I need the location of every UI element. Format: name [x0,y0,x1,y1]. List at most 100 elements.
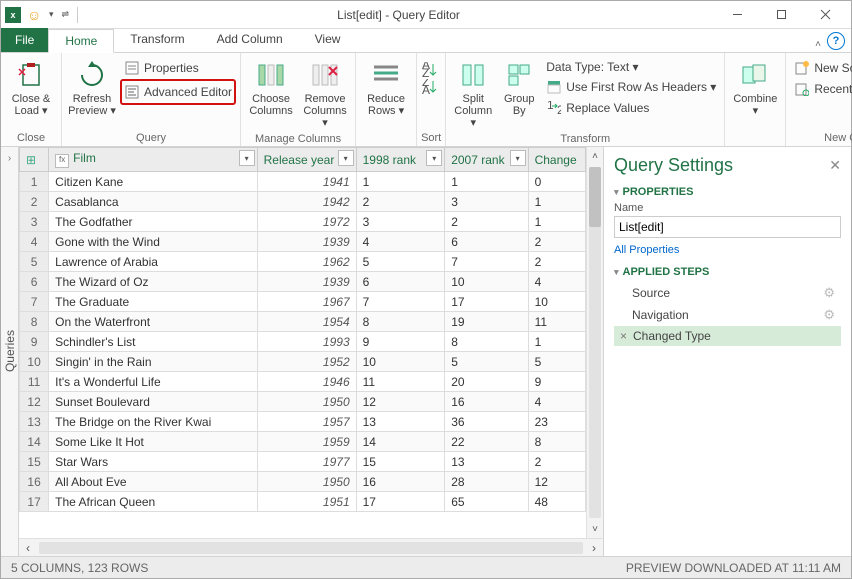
cell-film[interactable]: The Wizard of Oz [49,272,257,292]
column-header-1998-rank[interactable]: 1998 rank▾ [356,148,445,172]
cell-2007[interactable]: 65 [445,492,528,512]
cell-film[interactable]: Sunset Boulevard [49,392,257,412]
cell-film[interactable]: All About Eve [49,472,257,492]
filter-dropdown-icon[interactable]: ▾ [338,150,354,166]
cell-2007[interactable]: 10 [445,272,528,292]
row-index[interactable]: 5 [20,252,49,272]
row-index[interactable]: 11 [20,372,49,392]
tab-add-column[interactable]: Add Column [201,28,299,52]
cell-film[interactable]: The Godfather [49,212,257,232]
scroll-up-icon[interactable]: ˄ [587,147,603,165]
table-row[interactable]: 17 The African Queen 1951 17 65 48 [20,492,586,512]
column-header-change[interactable]: Change [528,148,585,172]
applied-step[interactable]: Changed Type [614,326,841,346]
cell-change[interactable]: 0 [528,172,585,192]
tab-home[interactable]: Home [48,29,114,53]
cell-year[interactable]: 1993 [257,332,356,352]
minimize-button[interactable] [715,3,759,27]
row-index[interactable]: 6 [20,272,49,292]
query-name-input[interactable] [614,216,841,238]
cell-year[interactable]: 1962 [257,252,356,272]
horizontal-scrollbar[interactable]: ‹ › [19,538,603,556]
table-row[interactable]: 2 Casablanca 1942 2 3 1 [20,192,586,212]
cell-1998[interactable]: 11 [356,372,445,392]
data-type-button[interactable]: Data Type: Text ▾ [542,58,720,76]
cell-1998[interactable]: 9 [356,332,445,352]
gear-icon[interactable]: ⚙ [823,285,835,301]
filter-dropdown-icon[interactable]: ▾ [239,150,255,166]
row-index[interactable]: 16 [20,472,49,492]
applied-steps-header[interactable]: APPLIED STEPS [614,266,841,278]
cell-1998[interactable]: 13 [356,412,445,432]
cell-2007[interactable]: 16 [445,392,528,412]
cell-film[interactable]: The African Queen [49,492,257,512]
cell-1998[interactable]: 17 [356,492,445,512]
cell-2007[interactable]: 36 [445,412,528,432]
cell-change[interactable]: 10 [528,292,585,312]
cell-change[interactable]: 8 [528,432,585,452]
queries-pane-collapsed[interactable]: › Queries [1,147,19,556]
row-index[interactable]: 8 [20,312,49,332]
table-row[interactable]: 15 Star Wars 1977 15 13 2 [20,452,586,472]
cell-change[interactable]: 2 [528,452,585,472]
cell-1998[interactable]: 8 [356,312,445,332]
cell-film[interactable]: Casablanca [49,192,257,212]
combine-button[interactable]: Combine ▾ [729,56,781,120]
table-row[interactable]: 3 The Godfather 1972 3 2 1 [20,212,586,232]
cell-change[interactable]: 5 [528,352,585,372]
cell-2007[interactable]: 7 [445,252,528,272]
cell-1998[interactable]: 1 [356,172,445,192]
cell-2007[interactable]: 13 [445,452,528,472]
cell-1998[interactable]: 14 [356,432,445,452]
table-row[interactable]: 7 The Graduate 1967 7 17 10 [20,292,586,312]
cell-year[interactable]: 1942 [257,192,356,212]
cell-year[interactable]: 1972 [257,212,356,232]
recent-sources-button[interactable]: Recent Sources ▾ [790,79,852,99]
cell-film[interactable]: Star Wars [49,452,257,472]
sort-desc-button[interactable]: ZA [421,79,437,95]
cell-year[interactable]: 1977 [257,452,356,472]
cell-year[interactable]: 1939 [257,232,356,252]
cell-1998[interactable]: 15 [356,452,445,472]
cell-change[interactable]: 1 [528,192,585,212]
cell-change[interactable]: 48 [528,492,585,512]
cell-1998[interactable]: 5 [356,252,445,272]
cell-year[interactable]: 1959 [257,432,356,452]
table-row[interactable]: 12 Sunset Boulevard 1950 12 16 4 [20,392,586,412]
split-column-button[interactable]: Split Column ▾ [450,56,496,132]
replace-values-button[interactable]: 12 Replace Values [542,98,720,118]
cell-year[interactable]: 1950 [257,472,356,492]
table-row[interactable]: 10 Singin' in the Rain 1952 10 5 5 [20,352,586,372]
cell-change[interactable]: 1 [528,332,585,352]
cell-year[interactable]: 1954 [257,312,356,332]
cell-year[interactable]: 1950 [257,392,356,412]
table-row[interactable]: 11 It's a Wonderful Life 1946 11 20 9 [20,372,586,392]
qat-customize-icon[interactable]: ⇌ [62,9,70,20]
cell-change[interactable]: 2 [528,232,585,252]
cell-change[interactable]: 1 [528,212,585,232]
cell-change[interactable]: 2 [528,252,585,272]
table-row[interactable]: 5 Lawrence of Arabia 1962 5 7 2 [20,252,586,272]
cell-year[interactable]: 1946 [257,372,356,392]
cell-film[interactable]: Schindler's List [49,332,257,352]
applied-step[interactable]: Source⚙ [614,282,841,304]
cell-2007[interactable]: 1 [445,172,528,192]
new-source-button[interactable]: New Source ▾ [790,58,852,78]
expand-queries-icon[interactable]: › [8,153,11,164]
cell-film[interactable]: The Bridge on the River Kwai [49,412,257,432]
cell-change[interactable]: 4 [528,272,585,292]
scroll-down-icon[interactable]: ˅ [587,520,603,538]
vertical-scrollbar[interactable]: ˄ ˅ [586,147,603,538]
cell-2007[interactable]: 19 [445,312,528,332]
cell-1998[interactable]: 16 [356,472,445,492]
cell-film[interactable]: Citizen Kane [49,172,257,192]
cell-2007[interactable]: 28 [445,472,528,492]
cell-1998[interactable]: 2 [356,192,445,212]
cell-film[interactable]: It's a Wonderful Life [49,372,257,392]
table-row[interactable]: 4 Gone with the Wind 1939 4 6 2 [20,232,586,252]
close-window-button[interactable] [803,3,847,27]
refresh-preview-button[interactable]: Refresh Preview ▾ [66,56,118,120]
applied-step[interactable]: Navigation⚙ [614,304,841,326]
cell-film[interactable]: The Graduate [49,292,257,312]
qat-dropdown-icon[interactable]: ▾ [49,9,54,20]
